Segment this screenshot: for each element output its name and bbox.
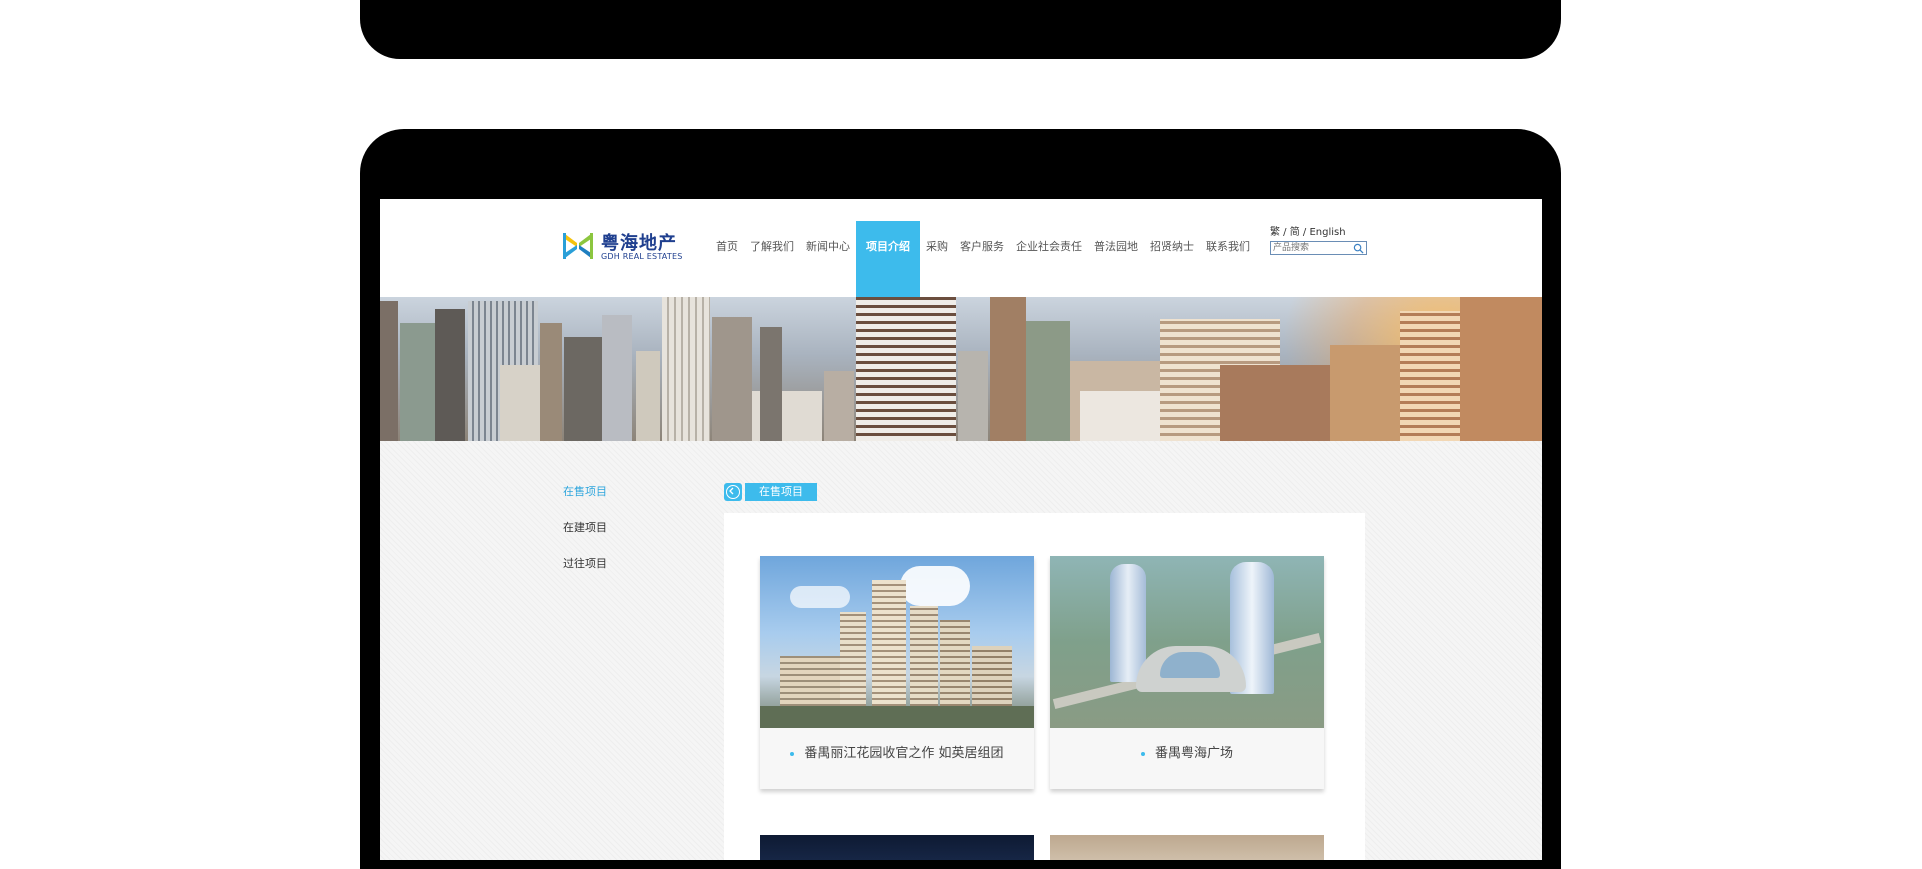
nav-item-news[interactable]: 新闻中心 — [800, 221, 856, 297]
butterfly-logo-icon — [563, 233, 593, 259]
section-title: 在售项目 — [745, 483, 817, 501]
project-card[interactable]: 番禺粤海广场 — [1050, 556, 1324, 789]
project-title: 番禺丽江花园收官之作 如英居组团 — [760, 728, 1034, 786]
search-input[interactable] — [1271, 242, 1355, 254]
bullet-dot — [1140, 751, 1145, 756]
city-banner-image — [380, 297, 1542, 441]
project-sidebar: 在售项目 在建项目 过往项目 — [563, 485, 607, 593]
project-title: 番禺粤海广场 — [1050, 728, 1324, 786]
project-image — [1050, 556, 1324, 728]
device-frame-top — [360, 0, 1561, 59]
section-breadcrumb: 在售项目 — [724, 482, 817, 502]
logo-english-text: GDH REAL ESTATES — [601, 252, 683, 261]
nav-item-csr[interactable]: 企业社会责任 — [1010, 221, 1088, 297]
project-image — [760, 556, 1034, 728]
nav-item-legal[interactable]: 普法园地 — [1088, 221, 1144, 297]
back-arrow-icon — [726, 485, 740, 499]
project-list-panel: 番禺丽江花园收官之作 如英居组团 番禺粤海广场 — [724, 513, 1365, 860]
sidebar-item-on-sale[interactable]: 在售项目 — [563, 485, 607, 521]
nav-item-careers[interactable]: 招贤纳士 — [1144, 221, 1200, 297]
main-nav: 首页 了解我们 新闻中心 项目介绍 采购 客户服务 企业社会责任 普法园地 招贤… — [710, 221, 1256, 297]
project-card[interactable]: 番禺丽江花园收官之作 如英居组团 — [760, 556, 1034, 789]
back-button[interactable] — [724, 483, 742, 501]
nav-item-home[interactable]: 首页 — [710, 221, 744, 297]
website-screen: 粤海地产 GDH REAL ESTATES 首页 了解我们 新闻中心 项目介绍 … — [380, 199, 1542, 860]
nav-item-contact[interactable]: 联系我们 — [1200, 221, 1256, 297]
bullet-dot — [790, 751, 795, 756]
nav-item-about[interactable]: 了解我们 — [744, 221, 800, 297]
sidebar-item-past[interactable]: 过往项目 — [563, 557, 607, 593]
project-card-partial[interactable] — [760, 835, 1034, 860]
search-icon[interactable] — [1353, 243, 1364, 254]
site-logo[interactable]: 粤海地产 GDH REAL ESTATES — [563, 229, 683, 265]
sidebar-item-under-construction[interactable]: 在建项目 — [563, 521, 607, 557]
site-header: 粤海地产 GDH REAL ESTATES 首页 了解我们 新闻中心 项目介绍 … — [380, 199, 1542, 297]
language-switcher[interactable]: 繁 / 简 / English — [1270, 223, 1346, 238]
nav-item-procurement[interactable]: 采购 — [920, 221, 954, 297]
nav-item-customer-service[interactable]: 客户服务 — [954, 221, 1010, 297]
search-box — [1270, 241, 1367, 255]
project-card-partial[interactable] — [1050, 835, 1324, 860]
nav-item-projects[interactable]: 项目介绍 — [856, 221, 920, 297]
